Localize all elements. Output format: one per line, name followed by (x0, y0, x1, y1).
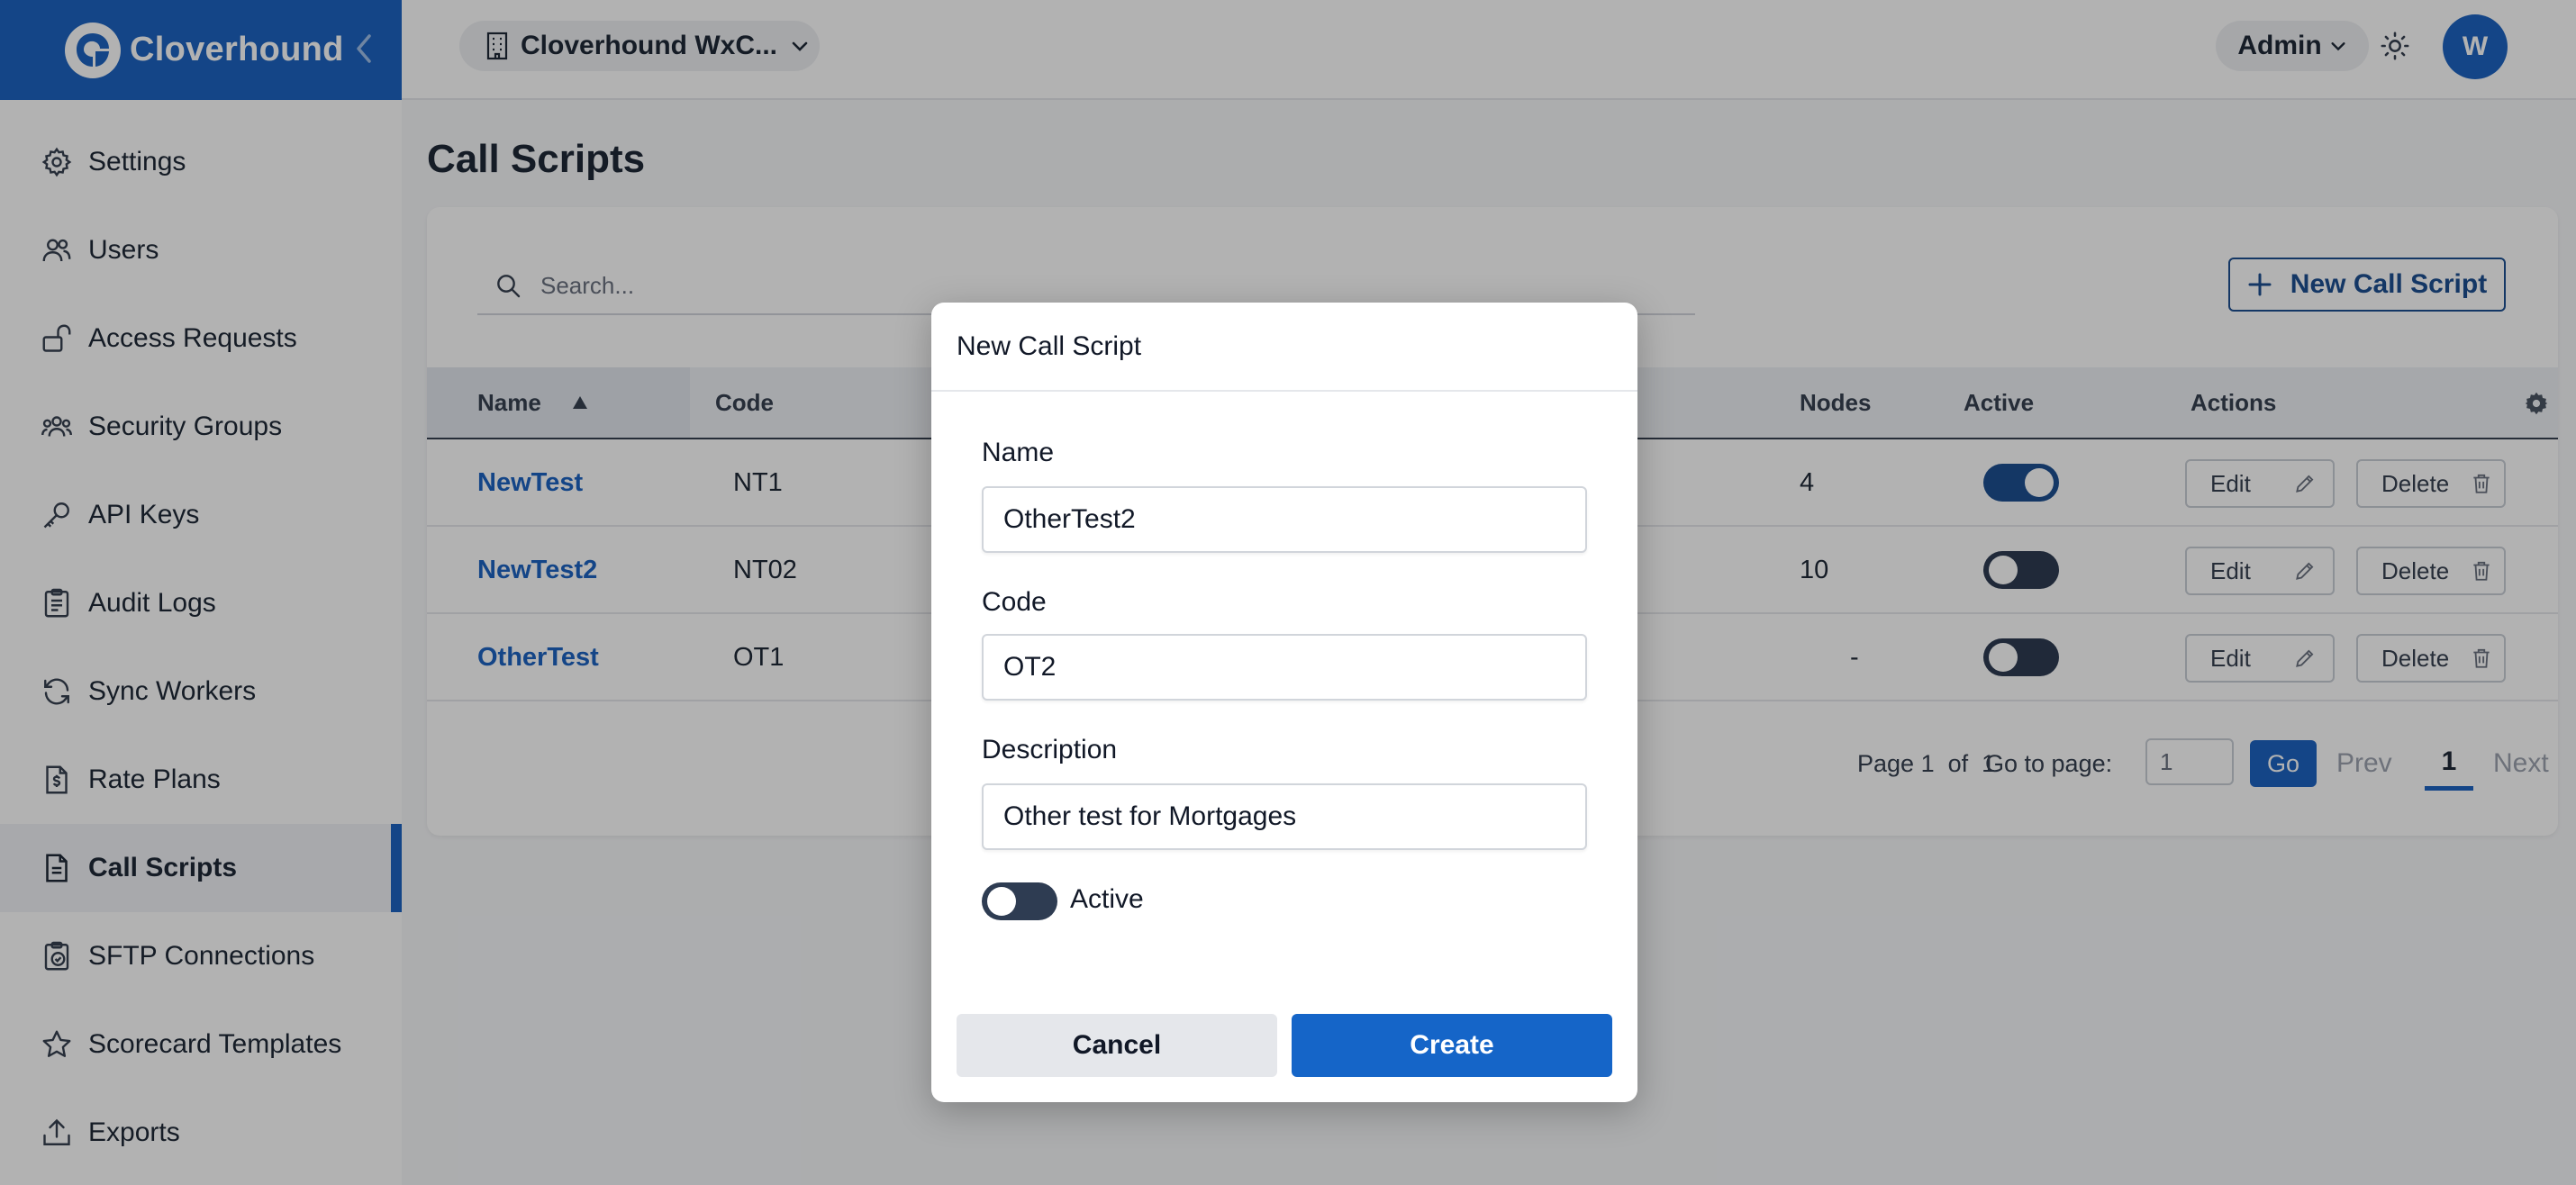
create-button[interactable]: Create (1292, 1014, 1612, 1077)
description-field-label: Description (982, 735, 1118, 764)
cancel-button[interactable]: Cancel (957, 1014, 1277, 1077)
code-field-label: Code (982, 587, 1047, 617)
new-call-script-modal: New Call Script Name OtherTest2 Code OT2… (931, 303, 1637, 1102)
active-toggle-switch[interactable] (982, 882, 1057, 920)
code-field[interactable]: OT2 (982, 634, 1587, 701)
name-field[interactable]: OtherTest2 (982, 486, 1587, 553)
modal-title: New Call Script (931, 303, 1637, 392)
active-toggle-label: Active (1070, 884, 1144, 914)
description-field[interactable]: Other test for Mortgages (982, 783, 1587, 850)
name-field-label: Name (982, 438, 1055, 467)
